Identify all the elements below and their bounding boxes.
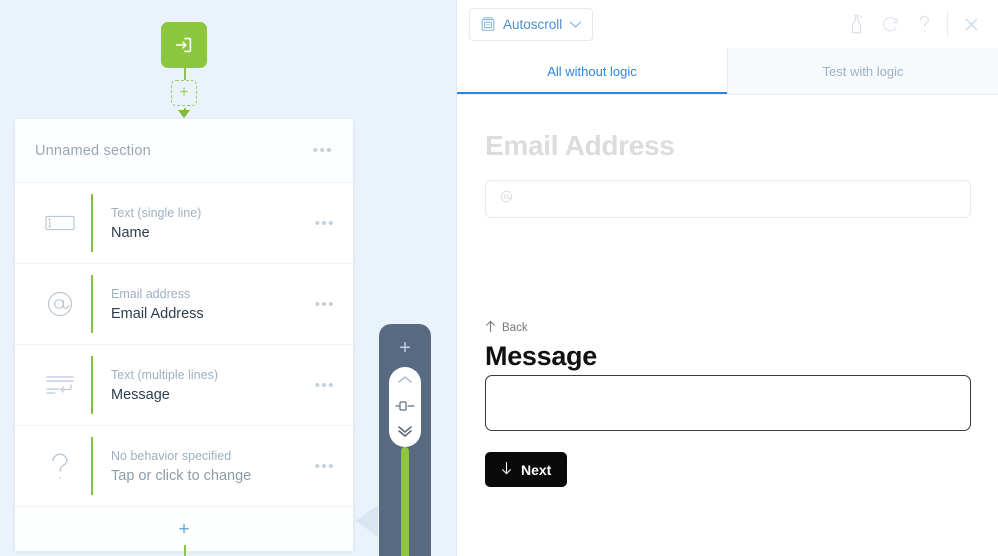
field-menu-button[interactable]: ••• bbox=[315, 378, 353, 393]
enter-arrow-icon bbox=[173, 34, 195, 56]
back-button[interactable]: Back bbox=[485, 320, 528, 336]
field-name-label: Tap or click to change bbox=[111, 467, 252, 484]
field-row[interactable]: Text (single line) Name ••• bbox=[15, 183, 353, 264]
section-title: Unnamed section bbox=[35, 142, 151, 159]
field-type-label: Text (single line) bbox=[111, 205, 202, 220]
field-text: No behavior specified Tap or click to ch… bbox=[111, 449, 315, 484]
field-text: Text (single line) Name bbox=[111, 206, 315, 241]
field-menu-button[interactable]: ••• bbox=[315, 297, 353, 312]
single-line-text-icon bbox=[29, 215, 91, 231]
scroll-widget-track[interactable] bbox=[401, 447, 409, 556]
field-accent-bar bbox=[91, 356, 93, 414]
at-symbol-icon bbox=[500, 190, 513, 208]
drag-ghost-arrow-icon bbox=[356, 505, 378, 537]
drag-handle-icon[interactable] bbox=[395, 399, 415, 415]
plus-icon: + bbox=[179, 84, 189, 101]
field-name-label: Message bbox=[111, 386, 170, 403]
previous-email-input[interactable] bbox=[485, 180, 971, 218]
connector-line bbox=[183, 545, 186, 556]
section-header[interactable]: Unnamed section ••• bbox=[15, 119, 353, 183]
chevron-down-icon bbox=[569, 20, 582, 29]
field-row[interactable]: No behavior specified Tap or click to ch… bbox=[15, 426, 353, 507]
autoscroll-dropdown[interactable]: Autoscroll bbox=[469, 7, 594, 41]
current-question-title: Message bbox=[485, 341, 597, 371]
back-label: Back bbox=[502, 322, 528, 334]
email-at-icon bbox=[29, 288, 91, 320]
chevron-down-icon[interactable] bbox=[396, 425, 414, 441]
app-root: + Unnamed section ••• Text (single line)… bbox=[0, 0, 998, 556]
next-button[interactable]: Next bbox=[485, 452, 568, 487]
field-row[interactable]: Email address Email Address ••• bbox=[15, 264, 353, 345]
arrow-up-icon bbox=[485, 320, 496, 336]
preview-tabs: All without logic Test with logic bbox=[457, 48, 998, 95]
connector-arrow-icon bbox=[178, 110, 190, 118]
add-step-ghost-button[interactable]: + bbox=[171, 80, 197, 106]
field-name-label: Name bbox=[111, 224, 150, 241]
field-row[interactable]: Text (multiple lines) Message ••• bbox=[15, 345, 353, 426]
multiline-text-icon bbox=[29, 373, 91, 397]
autoscroll-icon bbox=[480, 16, 496, 32]
field-type-label: Text (multiple lines) bbox=[111, 367, 218, 382]
toolbar-divider bbox=[947, 11, 948, 37]
section-card: Unnamed section ••• Text (single line) N… bbox=[14, 118, 354, 552]
tab-test-with-logic[interactable]: Test with logic bbox=[728, 48, 998, 94]
preview-form-body: Email Address Back Message Next bbox=[457, 95, 998, 556]
help-question-icon[interactable] bbox=[907, 7, 941, 41]
field-name-label: Email Address bbox=[111, 305, 204, 322]
autoscroll-label: Autoscroll bbox=[503, 16, 563, 32]
field-text: Text (multiple lines) Message bbox=[111, 368, 315, 403]
scroll-widget-add-button[interactable]: + bbox=[379, 332, 431, 364]
scroll-widget-handle[interactable] bbox=[389, 367, 421, 447]
chevron-up-icon[interactable] bbox=[396, 373, 414, 389]
field-accent-bar bbox=[91, 437, 93, 495]
message-input[interactable] bbox=[485, 375, 971, 431]
field-accent-bar bbox=[91, 275, 93, 333]
field-menu-button[interactable]: ••• bbox=[315, 459, 353, 474]
refresh-icon[interactable] bbox=[873, 7, 907, 41]
field-type-label: No behavior specified bbox=[111, 448, 232, 463]
close-icon[interactable] bbox=[954, 7, 988, 41]
field-text: Email address Email Address bbox=[111, 287, 315, 322]
previous-question-title: Email Address bbox=[485, 130, 675, 161]
field-type-label: Email address bbox=[111, 286, 191, 301]
preview-scroll-widget[interactable]: + bbox=[379, 324, 431, 556]
next-label: Next bbox=[521, 461, 552, 478]
section-menu-button[interactable]: ••• bbox=[313, 143, 333, 158]
plus-icon: + bbox=[178, 518, 190, 540]
start-node[interactable] bbox=[161, 22, 207, 68]
preview-panel: Autoscroll All without logic Test with l… bbox=[456, 0, 998, 556]
arrow-down-icon bbox=[501, 461, 512, 478]
field-menu-button[interactable]: ••• bbox=[315, 216, 353, 231]
question-mark-icon bbox=[29, 450, 91, 482]
test-bottle-icon[interactable] bbox=[839, 7, 873, 41]
connector-line bbox=[183, 68, 186, 80]
preview-toolbar: Autoscroll bbox=[457, 0, 998, 48]
tab-all-without-logic[interactable]: All without logic bbox=[457, 48, 728, 94]
field-accent-bar bbox=[91, 194, 93, 252]
